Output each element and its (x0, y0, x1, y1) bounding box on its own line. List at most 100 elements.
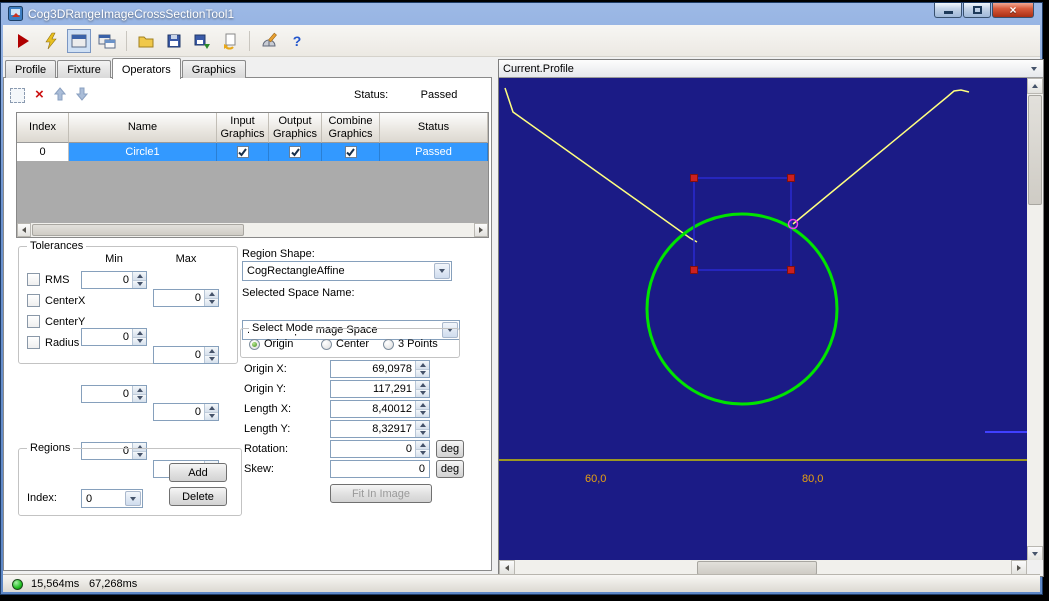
move-down-button[interactable] (76, 87, 88, 104)
run-button[interactable] (11, 29, 35, 53)
add-region-button[interactable]: Add (169, 463, 227, 482)
cell-name[interactable]: Circle1 (69, 143, 217, 161)
reset-button[interactable] (218, 29, 242, 53)
scroll-left-button[interactable] (17, 223, 31, 237)
scroll-up-button[interactable] (1027, 78, 1043, 94)
display-vertical-scrollbar[interactable] (1027, 78, 1043, 562)
rms-max-spinner[interactable]: 0 (153, 289, 219, 307)
mode-origin-radio[interactable]: Origin (249, 338, 293, 350)
column-header-name[interactable]: Name (69, 113, 217, 143)
combobox-button[interactable] (434, 263, 450, 279)
export-button[interactable] (190, 29, 214, 53)
cell-output-graphics[interactable] (269, 143, 322, 161)
spin-up-button[interactable] (416, 401, 429, 409)
region-handle[interactable] (788, 175, 795, 182)
tab-operators[interactable]: Operators (112, 58, 181, 79)
spin-up-button[interactable] (205, 290, 218, 298)
rms-min-spinner[interactable]: 0 (81, 271, 147, 289)
table-row[interactable]: 0 Circle1 Passed (17, 143, 488, 161)
cell-index[interactable]: 0 (17, 143, 69, 161)
cell-status[interactable]: Passed (380, 143, 488, 161)
column-header-index[interactable]: Index (17, 113, 69, 143)
centery-checkbox[interactable] (27, 315, 40, 328)
origin-y-spinner[interactable]: 117,291 (330, 380, 430, 398)
tool-display-button[interactable] (67, 29, 91, 53)
measure-button[interactable] (257, 29, 281, 53)
subtool-display-button[interactable] (95, 29, 119, 53)
close-button[interactable]: × (992, 3, 1034, 18)
centery-max-spinner[interactable]: 0 (153, 403, 219, 421)
scroll-thumb[interactable] (32, 224, 244, 236)
checkbox-checked-icon[interactable] (289, 146, 301, 158)
column-header-output[interactable]: Output Graphics (269, 113, 322, 143)
record-selector[interactable]: Current.Profile (499, 60, 1043, 78)
title-bar[interactable]: Cog3DRangeImageCrossSectionTool1 × (1, 3, 1042, 25)
tab-profile[interactable]: Profile (5, 60, 56, 78)
spin-up-button[interactable] (133, 386, 146, 394)
grid-horizontal-scrollbar[interactable] (17, 223, 488, 237)
centerx-min-spinner[interactable]: 0 (81, 328, 147, 346)
centerx-max-spinner[interactable]: 0 (153, 346, 219, 364)
combobox-button[interactable] (125, 491, 141, 506)
spin-down-button[interactable] (205, 355, 218, 364)
mode-center-radio[interactable]: Center (321, 338, 369, 350)
region-shape-combobox[interactable]: CogRectangleAffine (242, 261, 452, 281)
spin-up-button[interactable] (416, 381, 429, 389)
rms-checkbox[interactable] (27, 273, 40, 286)
checkbox-checked-icon[interactable] (237, 146, 249, 158)
run-electric-button[interactable] (39, 29, 63, 53)
spin-up-button[interactable] (205, 404, 218, 412)
record-dropdown-button[interactable] (1026, 62, 1041, 75)
move-up-button[interactable] (54, 87, 66, 104)
spin-up-button[interactable] (133, 329, 146, 337)
spin-down-button[interactable] (205, 412, 218, 421)
scroll-thumb[interactable] (1028, 95, 1042, 205)
spin-down-button[interactable] (416, 449, 429, 458)
length-y-spinner[interactable]: 8,32917 (330, 420, 430, 438)
new-operator-button[interactable] (10, 88, 25, 103)
open-file-button[interactable] (134, 29, 158, 53)
region-handle[interactable] (691, 175, 698, 182)
profile-display[interactable]: 60,0 80,0 (499, 78, 1027, 562)
spin-up-button[interactable] (416, 441, 429, 449)
maximize-button[interactable] (963, 3, 991, 18)
cell-combine-graphics[interactable] (322, 143, 380, 161)
scroll-right-button[interactable] (474, 223, 488, 237)
spin-down-button[interactable] (133, 337, 146, 346)
radius-checkbox[interactable] (27, 336, 40, 349)
save-file-button[interactable] (162, 29, 186, 53)
checkbox-checked-icon[interactable] (345, 146, 357, 158)
spin-down-button[interactable] (416, 409, 429, 418)
spin-up-button[interactable] (416, 421, 429, 429)
column-header-input[interactable]: Input Graphics (217, 113, 269, 143)
scroll-thumb[interactable] (697, 561, 817, 575)
spin-down-button[interactable] (416, 429, 429, 438)
fit-in-image-button[interactable]: Fit In Image (330, 484, 432, 503)
spin-up-button[interactable] (205, 347, 218, 355)
centerx-checkbox[interactable] (27, 294, 40, 307)
spin-up-button[interactable] (133, 272, 146, 280)
delete-region-button[interactable]: Delete (169, 487, 227, 506)
rotation-deg-button[interactable]: deg (436, 440, 464, 458)
origin-x-spinner[interactable]: 69,0978 (330, 360, 430, 378)
cell-input-graphics[interactable] (217, 143, 269, 161)
delete-operator-button[interactable]: × (35, 88, 44, 102)
help-button[interactable]: ? (285, 29, 309, 53)
region-handle[interactable] (788, 267, 795, 274)
column-header-status[interactable]: Status (380, 113, 488, 143)
spin-up-button[interactable] (416, 361, 429, 369)
skew-deg-button[interactable]: deg (436, 460, 464, 478)
column-header-combine[interactable]: Combine Graphics (322, 113, 380, 143)
centery-min-spinner[interactable]: 0 (81, 385, 147, 403)
mode-3points-radio[interactable]: 3 Points (383, 338, 438, 350)
region-handle[interactable] (691, 267, 698, 274)
region-index-combobox[interactable]: 0 (81, 489, 143, 508)
spin-down-button[interactable] (133, 280, 146, 289)
spin-down-button[interactable] (416, 389, 429, 398)
tab-graphics[interactable]: Graphics (182, 60, 246, 78)
minimize-button[interactable] (934, 3, 962, 18)
tab-fixture[interactable]: Fixture (57, 60, 111, 78)
spin-down-button[interactable] (416, 369, 429, 378)
rotation-spinner[interactable]: 0 (330, 440, 430, 458)
spin-down-button[interactable] (133, 394, 146, 403)
